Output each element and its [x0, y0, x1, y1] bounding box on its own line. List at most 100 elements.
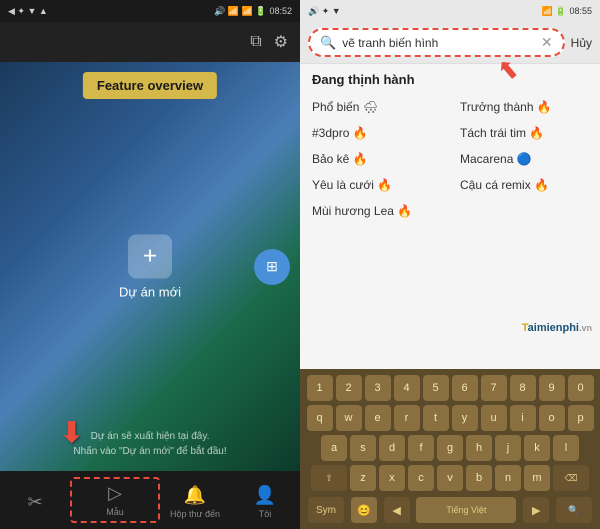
nav-profile[interactable]: 👤 Tôi: [230, 481, 300, 519]
key-7[interactable]: 7: [481, 375, 507, 401]
key-v[interactable]: v: [437, 465, 463, 491]
nav-scissors[interactable]: ✂: [0, 488, 70, 513]
search-input[interactable]: vẽ tranh biến hình: [342, 36, 535, 50]
key-c[interactable]: c: [408, 465, 434, 491]
key-l[interactable]: l: [553, 435, 579, 461]
key-y[interactable]: y: [452, 405, 478, 431]
trending-item-3dpro[interactable]: #3dpro 🔥: [312, 123, 440, 143]
key-9[interactable]: 9: [539, 375, 565, 401]
watermark: Taimienphi.vn: [522, 322, 592, 334]
template-icon: ▷: [108, 483, 122, 504]
key-2[interactable]: 2: [336, 375, 362, 401]
left-toolbar: ⧉ ⚙: [0, 22, 300, 62]
key-backspace[interactable]: ⌫: [553, 465, 589, 491]
keyboard[interactable]: 1 2 3 4 5 6 7 8 9 0 q w e r t y u i o p …: [300, 369, 600, 529]
key-m[interactable]: m: [524, 465, 550, 491]
search-input-wrapper[interactable]: 🔍 vẽ tranh biến hình ✕: [308, 28, 565, 57]
key-q[interactable]: q: [307, 405, 333, 431]
key-e[interactable]: e: [365, 405, 391, 431]
trending-item-bao-ke[interactable]: Bảo kê 🔥: [312, 149, 440, 169]
bell-icon: 🔔: [184, 485, 206, 506]
key-j[interactable]: j: [495, 435, 521, 461]
trending-title: Đang thịnh hành: [312, 72, 588, 87]
left-status-time: 🔊 📶 📶 🔋 08:52: [214, 6, 292, 17]
keyboard-row-qwerty: q w e r t y u i o p: [304, 405, 596, 431]
plus-icon: +: [128, 234, 172, 278]
left-main-area: + Dự án mới ⊞: [0, 62, 300, 471]
settings-icon[interactable]: ⚙: [274, 32, 288, 52]
cancel-button[interactable]: Hủy: [571, 36, 592, 50]
right-status-icons: 🔊 ✦ ▼: [308, 6, 341, 17]
search-icon: 🔍: [320, 35, 336, 51]
right-status-bar: 🔊 ✦ ▼ 📶 🔋 08:55: [300, 0, 600, 22]
key-p[interactable]: p: [568, 405, 594, 431]
left-status-bar: ◀ ✦ ▼ ▲ 🔊 📶 📶 🔋 08:52: [0, 0, 300, 22]
nav-inbox-label: Hộp thư đến: [170, 509, 220, 519]
trending-item-tach-trai-tim[interactable]: Tách trái tim 🔥: [460, 123, 588, 143]
key-t[interactable]: t: [423, 405, 449, 431]
key-u[interactable]: u: [481, 405, 507, 431]
key-r[interactable]: r: [394, 405, 420, 431]
keyboard-row-zxcv: ⇧ z x c v b n m ⌫: [304, 465, 596, 491]
grid-icon: ⊞: [266, 258, 278, 275]
key-d[interactable]: d: [379, 435, 405, 461]
new-project-button[interactable]: + Dự án mới: [119, 234, 181, 299]
nav-mau[interactable]: ▷ Mẫu: [70, 477, 160, 523]
trending-item-cau-ca-remix[interactable]: Cậu cá remix 🔥: [460, 175, 588, 195]
key-f[interactable]: f: [408, 435, 434, 461]
key-8[interactable]: 8: [510, 375, 536, 401]
keyboard-row-numbers: 1 2 3 4 5 6 7 8 9 0: [304, 375, 596, 401]
trending-item-empty: [460, 201, 588, 221]
left-bottom-nav: ✂ ▷ Mẫu 🔔 Hộp thư đến 👤 Tôi: [0, 471, 300, 529]
key-1[interactable]: 1: [307, 375, 333, 401]
key-w[interactable]: w: [336, 405, 362, 431]
key-next[interactable]: ▶: [523, 497, 549, 523]
scissors-icon: ✂: [27, 492, 42, 513]
key-5[interactable]: 5: [423, 375, 449, 401]
key-search[interactable]: 🔍: [556, 497, 592, 523]
trending-item-yeu-la-cuoi[interactable]: Yêu là cưới 🔥: [312, 175, 440, 195]
key-space[interactable]: Tiếng Việt: [416, 497, 516, 523]
key-k[interactable]: k: [524, 435, 550, 461]
key-sym[interactable]: Sym: [308, 497, 344, 523]
right-panel: 🔊 ✦ ▼ 📶 🔋 08:55 🔍 vẽ tranh biến hình ✕ H…: [300, 0, 600, 529]
feature-banner: Feature overview: [83, 72, 217, 99]
profile-icon: 👤: [254, 485, 276, 506]
key-g[interactable]: g: [437, 435, 463, 461]
key-n[interactable]: n: [495, 465, 521, 491]
key-emoji[interactable]: 😊: [351, 497, 377, 523]
key-b[interactable]: b: [466, 465, 492, 491]
key-x[interactable]: x: [379, 465, 405, 491]
nav-inbox[interactable]: 🔔 Hộp thư đến: [160, 481, 230, 519]
clear-icon[interactable]: ✕: [541, 34, 553, 51]
right-status-right: 📶 🔋 08:55: [542, 6, 592, 17]
arrow-indicator-left: ⬇: [60, 416, 83, 449]
key-o[interactable]: o: [539, 405, 565, 431]
nav-profile-label: Tôi: [259, 509, 272, 519]
layers-icon[interactable]: ⧉: [250, 33, 261, 51]
key-3[interactable]: 3: [365, 375, 391, 401]
key-shift[interactable]: ⇧: [311, 465, 347, 491]
keyboard-row-bottom: Sym 😊 ◀ Tiếng Việt ▶ 🔍: [304, 495, 596, 525]
key-s[interactable]: s: [350, 435, 376, 461]
key-4[interactable]: 4: [394, 375, 420, 401]
grid-view-button[interactable]: ⊞: [254, 249, 290, 285]
trending-item-mui-huong-lea[interactable]: Mùi hương Lea 🔥: [312, 201, 440, 221]
trending-item-pho-bien[interactable]: Phổ biến 🌨: [312, 97, 440, 117]
new-project-label: Dự án mới: [119, 284, 181, 299]
key-prev[interactable]: ◀: [384, 497, 410, 523]
key-z[interactable]: z: [350, 465, 376, 491]
key-i[interactable]: i: [510, 405, 536, 431]
left-panel: ◀ ✦ ▼ ▲ 🔊 📶 📶 🔋 08:52 ⧉ ⚙ Feature overvi…: [0, 0, 300, 529]
left-status-icons: ◀ ✦ ▼ ▲: [8, 6, 48, 17]
trending-item-macarena[interactable]: Macarena 🔵: [460, 149, 588, 169]
trending-grid: Phổ biến 🌨 Trưởng thành 🔥 #3dpro 🔥 Tách …: [312, 97, 588, 221]
key-h[interactable]: h: [466, 435, 492, 461]
keyboard-row-asdf: a s d f g h j k l: [304, 435, 596, 461]
key-6[interactable]: 6: [452, 375, 478, 401]
nav-mau-label: Mẫu: [106, 507, 124, 517]
key-a[interactable]: a: [321, 435, 347, 461]
key-0[interactable]: 0: [568, 375, 594, 401]
trending-item-truong-thanh[interactable]: Trưởng thành 🔥: [460, 97, 588, 117]
empty-state-text: Dự án sẽ xuất hiện tại đây. Nhấn vào "Dự…: [0, 429, 300, 459]
